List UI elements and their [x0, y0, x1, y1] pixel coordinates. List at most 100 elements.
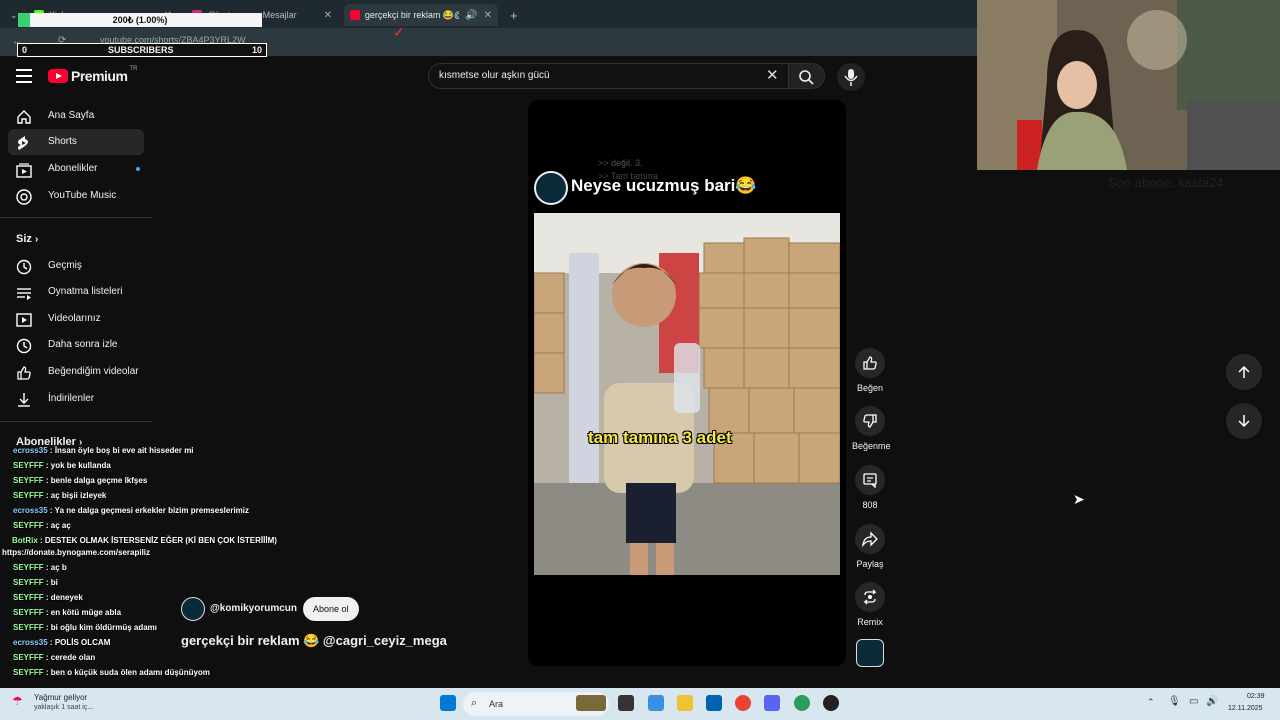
sidebar-item-shorts[interactable]: Shorts — [8, 129, 144, 155]
search-highlight-icon[interactable] — [576, 695, 606, 711]
comments-button[interactable]: 808 — [852, 465, 888, 510]
chat-text: aç bişii izleyek — [50, 491, 107, 500]
tray-chevron-icon[interactable]: ⌃ — [1147, 697, 1155, 708]
channel-name[interactable]: @komikyorumcun — [210, 603, 297, 614]
taskbar-search-placeholder: Ara — [489, 699, 504, 709]
channel-logo — [534, 171, 568, 205]
network-icon[interactable]: ▭ — [1189, 696, 1198, 707]
sidebar-item-downloads[interactable]: İndirilenler — [8, 386, 144, 412]
chat-username[interactable]: SEYFFF — [13, 653, 44, 662]
search-input[interactable]: kısmetse olur aşkın gücü — [439, 70, 550, 81]
sidebar-item-watch-later[interactable]: Daha sonra izle — [8, 332, 144, 358]
close-icon[interactable]: ✕ — [484, 10, 492, 21]
search-button[interactable] — [789, 63, 825, 89]
clock-icon — [16, 338, 32, 354]
file-explorer-icon[interactable] — [677, 695, 693, 711]
obs-icon[interactable] — [823, 695, 839, 711]
chat-text: benle dalga geçme lkfşes — [50, 476, 148, 485]
subscriber-goal: 0 SUBSCRIBERS 10 — [17, 43, 267, 57]
logo-country: TR — [129, 66, 138, 72]
thumbs-down-icon — [863, 414, 877, 428]
sidebar-item-your-videos[interactable]: Videolarınız — [8, 306, 144, 332]
sidebar-item-home[interactable]: Ana Sayfa — [8, 103, 144, 129]
chevron-right-icon: › — [34, 234, 39, 245]
chat-username[interactable]: ecross35 — [13, 446, 48, 455]
speaker-icon[interactable]: 🔊 — [465, 10, 477, 21]
chat-username[interactable]: SEYFFF — [13, 668, 44, 677]
playlist-icon — [17, 288, 31, 300]
like-button[interactable]: Beğen — [852, 348, 888, 393]
chat-username[interactable]: BotRix — [12, 536, 38, 545]
tab-youtube[interactable]: gerçekçi bir reklam 😂@cag 🔊 ✕ — [344, 4, 498, 26]
chrome-icon[interactable] — [735, 695, 751, 711]
chat-text: POLİS OLCAM — [54, 638, 111, 647]
download-icon — [18, 393, 30, 407]
chat-text: aç aç — [50, 521, 71, 530]
store-icon[interactable] — [706, 695, 722, 711]
youtube-logo[interactable]: Premium TR — [48, 66, 138, 84]
sidebar-item-subscriptions[interactable]: Abonelikler — [8, 156, 144, 182]
thumbs-up-icon — [863, 356, 877, 370]
chat-text: Ya ne dalga geçmesi erkekler bizim prems… — [54, 506, 249, 515]
dislike-button[interactable]: Beğenme — [852, 406, 891, 451]
sidebar-item-playlists[interactable]: Oynatma listeleri — [8, 279, 144, 305]
chat-username[interactable]: SEYFFF — [13, 593, 44, 602]
chat-message: SEYFFF : aç b — [13, 563, 67, 572]
chat-text: DESTEK OLMAK İSTERSENİZ EĞER (Kİ BEN ÇOK… — [44, 536, 277, 545]
volume-icon[interactable]: 🔊 — [1206, 696, 1218, 707]
weather-icon[interactable]: ☂ — [12, 694, 23, 708]
sidebar-item-liked-videos[interactable]: Beğendiğim videolar — [8, 359, 144, 385]
chat-text: İnsan öyle boş bi eve ait hisseder mi — [54, 446, 194, 455]
short-description: gerçekçi bir reklam 😂 @cagri_ceyiz_mega — [181, 633, 447, 648]
chat-username[interactable]: SEYFFF — [13, 521, 44, 530]
tab-label: gerçekçi bir reklam 😂@cag — [364, 9, 459, 20]
chat-text: bi — [50, 578, 58, 587]
chat-username[interactable]: SEYFFF — [13, 608, 44, 617]
subscribe-button[interactable]: Abone ol — [303, 597, 359, 621]
share-label: Paylaş — [856, 559, 884, 569]
video-caption: tam tamına 3 adet — [588, 428, 732, 447]
chat-username[interactable]: SEYFFF — [13, 476, 44, 485]
voice-search-button[interactable] — [837, 63, 865, 91]
task-view-icon[interactable] — [618, 695, 634, 711]
chat-username[interactable]: ecross35 — [13, 506, 48, 515]
remix-button[interactable]: Remix — [852, 582, 888, 627]
new-tab-button[interactable]: + — [504, 4, 524, 26]
next-short-button[interactable] — [1226, 403, 1262, 439]
browser-icon[interactable] — [794, 695, 810, 711]
share-button[interactable]: Paylaş — [852, 524, 888, 569]
chat-username[interactable]: SEYFFF — [13, 623, 44, 632]
copilot-icon[interactable] — [648, 695, 664, 711]
previous-short-button[interactable] — [1226, 354, 1262, 390]
sidebar-you-heading[interactable]: Siz › — [16, 233, 38, 245]
channel-avatar[interactable] — [181, 597, 205, 621]
history-icon — [16, 259, 32, 275]
chat-text: bi oğlu kim öldürmüş adamı — [50, 623, 158, 632]
sidebar-item-history[interactable]: Geçmiş — [8, 253, 144, 279]
chat-message: https://donate.bynogame.com/serapiliz — [2, 548, 150, 557]
chat-username[interactable]: ecross35 — [13, 638, 48, 647]
comment-count: 808 — [862, 500, 878, 510]
microphone-tray-icon[interactable]: 🎙 — [1168, 696, 1181, 707]
sound-avatar[interactable] — [856, 639, 884, 667]
remix-label: Remix — [857, 617, 883, 627]
clock-date[interactable]: 12.11.2025 — [1228, 705, 1263, 712]
app-icon[interactable] — [764, 695, 780, 711]
chat-username[interactable]: SEYFFF — [13, 491, 44, 500]
chat-message: ecross35 : Ya ne dalga geçmesi erkekler … — [13, 506, 249, 515]
chat-message: SEYFFF : en kötü müge abla — [13, 608, 122, 617]
shorts-icon — [18, 136, 28, 150]
overlay-text: >> değil. 3. — [598, 158, 643, 168]
clear-search-icon[interactable]: ✕ — [766, 66, 779, 84]
start-icon[interactable] — [440, 695, 456, 711]
chat-username[interactable]: SEYFFF — [13, 578, 44, 587]
sidebar-item-music[interactable]: YouTube Music — [8, 183, 144, 209]
chat-username[interactable]: SEYFFF — [13, 563, 44, 572]
menu-icon[interactable] — [16, 69, 32, 83]
chat-username[interactable]: SEYFFF — [13, 461, 44, 470]
weather-title[interactable]: Yağmur geliyor — [34, 693, 87, 702]
clock-time[interactable]: 02:39 — [1247, 693, 1265, 700]
close-icon[interactable]: ✕ — [324, 10, 332, 21]
microphone-icon — [844, 69, 858, 86]
search-icon — [799, 70, 814, 85]
